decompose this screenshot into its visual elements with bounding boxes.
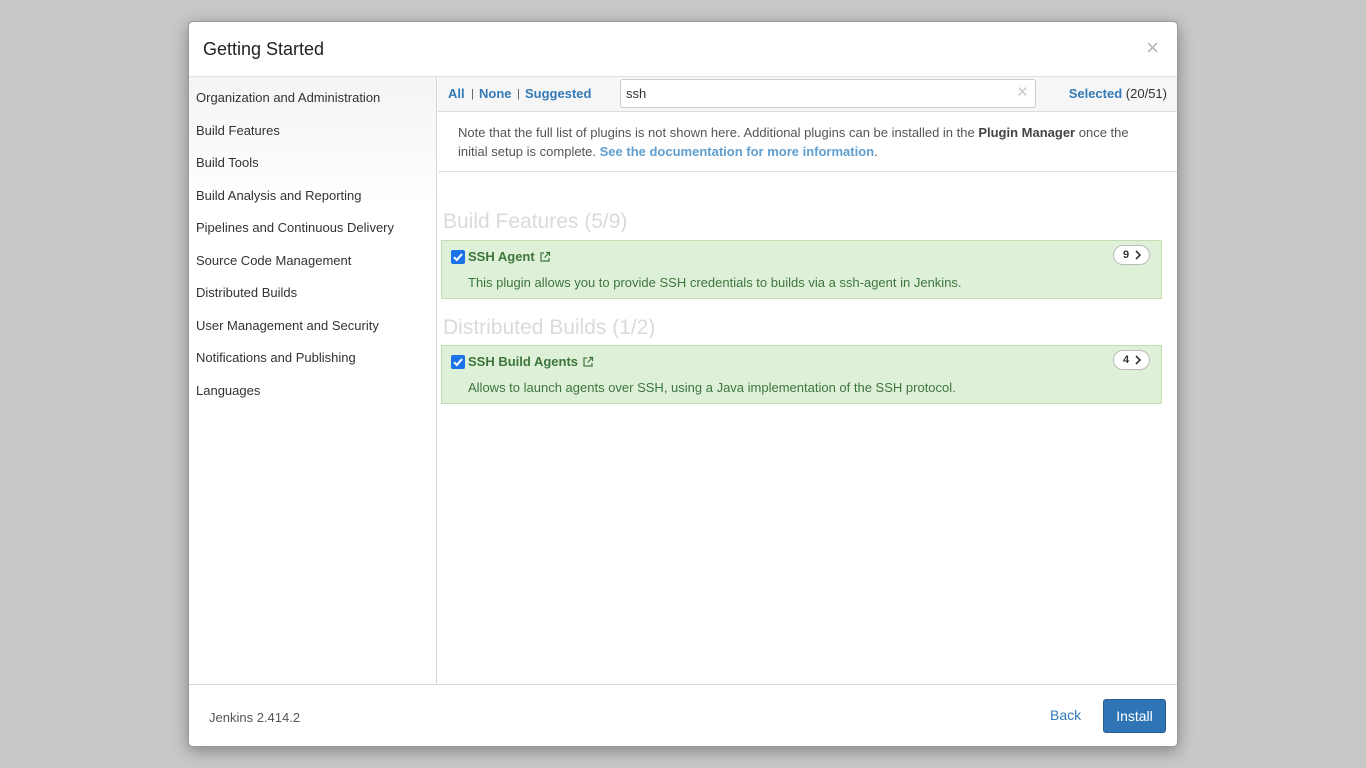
plugin-row-ssh-build-agents: SSH Build Agents Allows to launch agents… [441,345,1162,404]
plugin-name: SSH Agent [468,249,535,264]
sidebar-item-organization-and-administration[interactable]: Organization and Administration [196,90,380,105]
selected-link[interactable]: Selected [1069,86,1122,101]
plugin-description: This plugin allows you to provide SSH cr… [468,275,962,290]
category-heading-distributed-builds: Distributed Builds (1/2) [443,316,656,339]
sidebar-item-build-features[interactable]: Build Features [196,123,280,138]
getting-started-dialog: Getting Started × Organization and Admin… [188,21,1178,747]
dialog-header: Getting Started × [189,22,1177,77]
note-period: . [874,144,878,159]
plugin-manager-text: Plugin Manager [978,125,1076,140]
plugin-name-link[interactable]: SSH Agent [468,249,551,266]
close-icon[interactable]: × [1146,37,1159,59]
jenkins-version: Jenkins 2.414.2 [209,710,301,725]
category-sidebar: Organization and Administration Build Fe… [189,77,437,686]
plugin-row-ssh-agent: SSH Agent This plugin allows you to prov… [441,240,1162,299]
dialog-footer: Jenkins 2.414.2 Back Install [189,684,1177,746]
back-button[interactable]: Back [1050,707,1081,723]
sidebar-item-build-tools[interactable]: Build Tools [196,155,259,170]
sidebar-item-source-code-management[interactable]: Source Code Management [196,253,351,268]
select-none-link[interactable]: None [479,86,512,101]
install-button[interactable]: Install [1103,699,1166,733]
plugin-name: SSH Build Agents [468,354,579,369]
sidebar-item-build-analysis-and-reporting[interactable]: Build Analysis and Reporting [196,188,362,203]
dependencies-count: 4 [1123,354,1130,366]
external-link-icon [582,356,594,371]
plugin-manager-note: Note that the full list of plugins is no… [438,113,1177,172]
checkbox-checked-icon[interactable] [451,355,465,369]
documentation-link[interactable]: See the documentation for more informati… [600,144,874,159]
plugin-list-panel: All | None | Suggested × Selected (20/51… [438,77,1177,686]
clear-search-icon[interactable]: × [1017,83,1028,103]
selected-count-value: (20/51) [1125,86,1167,101]
checkbox-checked-icon[interactable] [451,250,465,264]
dependencies-count: 9 [1123,249,1130,261]
note-text: Note that the full list of plugins is no… [458,125,979,140]
dependencies-badge[interactable]: 9 [1113,245,1150,265]
plugin-toolbar: All | None | Suggested × Selected (20/51… [438,77,1177,112]
dialog-title: Getting Started [203,39,325,59]
dependencies-badge[interactable]: 4 [1113,350,1150,370]
sidebar-item-languages[interactable]: Languages [196,383,260,398]
plugin-search-input[interactable] [626,83,1006,104]
chevron-right-icon [1134,355,1142,368]
plugin-search-box: × [620,79,1036,108]
category-heading-build-features: Build Features (5/9) [443,210,628,233]
sidebar-item-distributed-builds[interactable]: Distributed Builds [196,285,297,300]
toolbar-separator: | [471,88,474,100]
sidebar-item-user-management-and-security[interactable]: User Management and Security [196,318,379,333]
toolbar-separator: | [517,88,520,100]
selected-count: Selected (20/51) [1069,86,1167,101]
plugin-description: Allows to launch agents over SSH, using … [468,380,956,395]
chevron-right-icon [1134,250,1142,263]
sidebar-item-pipelines-and-continuous-delivery[interactable]: Pipelines and Continuous Delivery [196,220,394,235]
select-suggested-link[interactable]: Suggested [525,86,591,101]
plugin-name-link[interactable]: SSH Build Agents [468,354,594,371]
select-all-link[interactable]: All [448,86,465,101]
external-link-icon [539,251,551,266]
sidebar-item-notifications-and-publishing[interactable]: Notifications and Publishing [196,350,356,365]
